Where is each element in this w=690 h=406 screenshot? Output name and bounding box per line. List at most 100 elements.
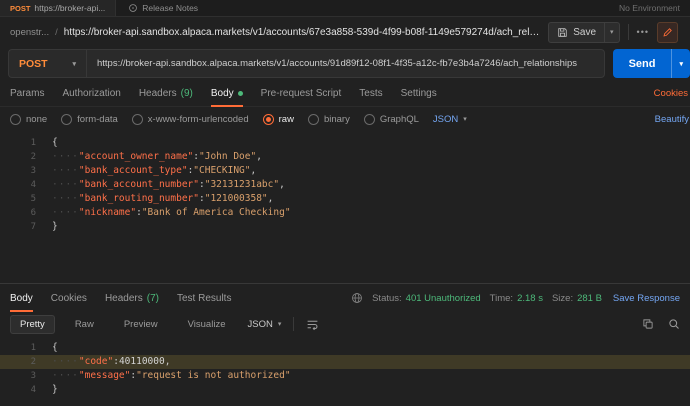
token-str: "request is not authorized"	[136, 370, 291, 381]
more-actions-button[interactable]: •••	[637, 27, 649, 37]
token-str: "Bank of America Checking"	[141, 207, 291, 218]
code-line[interactable]: 2 ···· "account_owner_name": "John Doe",	[0, 150, 690, 164]
request-body-editor[interactable]: 1{2 ···· "account_owner_name": "John Doe",…	[0, 131, 690, 283]
request-tab-authorization[interactable]: Authorization	[62, 80, 120, 106]
cookies-link[interactable]: Cookies	[654, 88, 688, 99]
response-view-preview[interactable]: Preview	[114, 315, 168, 334]
token-key: "bank_account_type"	[78, 165, 188, 176]
app-topbar: POST https://broker-api... Release Notes…	[0, 0, 690, 17]
response-body-editor[interactable]: 1{2 ···· "code": 40110000, 3 ···· "message": …	[0, 337, 690, 406]
code-line[interactable]: 6 ···· "nickname": "Bank of America Checki…	[0, 206, 690, 220]
body-type-binary[interactable]: binary	[307, 113, 350, 125]
search-icon[interactable]	[668, 318, 680, 330]
request-tab[interactable]: POST https://broker-api...	[0, 0, 117, 16]
code-line[interactable]: 1{	[0, 341, 690, 355]
body-type-form-data[interactable]: form-data	[61, 113, 118, 125]
environment-selector[interactable]: No Environment	[619, 3, 690, 13]
response-language-select[interactable]: JSON ▾	[247, 319, 281, 330]
save-button[interactable]: Save ▾	[548, 21, 620, 43]
response-tab-cookies-label: Cookies	[50, 292, 87, 304]
request-tab-headers[interactable]: Headers (9)	[139, 80, 193, 106]
send-options-caret[interactable]: ▾	[671, 49, 690, 78]
request-tab-pre-request-script-label: Pre-request Script	[260, 87, 342, 99]
response-tab-test-results[interactable]: Test Results	[177, 285, 231, 311]
code-line[interactable]: 2 ···· "code": 40110000,	[0, 355, 690, 369]
response-language-value: JSON	[247, 318, 273, 330]
request-tab-tests-label: Tests	[359, 87, 383, 99]
request-title[interactable]: https://broker-api.sandbox.alpaca.market…	[64, 27, 543, 38]
edit-request-button[interactable]	[657, 21, 678, 43]
line-number: 2	[30, 357, 36, 367]
token-punct: ,	[164, 356, 171, 367]
request-tab-pre-request-script[interactable]: Pre-request Script	[261, 80, 342, 106]
url-input[interactable]: https://broker-api.sandbox.alpaca.market…	[86, 49, 605, 78]
breadcrumb-separator: /	[55, 26, 58, 38]
code-line[interactable]: 4 ···· "bank_account_number": "32131231abc…	[0, 178, 690, 192]
request-tabs-bar: Params Authorization Headers (9) Body Pre-req…	[0, 80, 690, 107]
radio-icon	[10, 113, 21, 125]
beautify-link[interactable]: Beautify	[655, 114, 689, 125]
release-notes-label: Release Notes	[142, 3, 199, 13]
request-tab-settings[interactable]: Settings	[401, 80, 437, 106]
network-globe-icon[interactable]	[351, 292, 363, 304]
response-divider	[0, 283, 690, 284]
token-punct: ,	[279, 179, 285, 190]
request-tab-params[interactable]: Params	[10, 80, 44, 106]
send-button-label: Send	[628, 57, 656, 70]
request-tab-settings-label: Settings	[400, 87, 437, 99]
response-view-raw[interactable]: Raw	[65, 315, 104, 334]
copy-icon[interactable]	[642, 318, 654, 330]
request-tab-tests[interactable]: Tests	[359, 80, 382, 106]
response-tabs-list: Body Cookies Headers (7) Test Results	[10, 285, 249, 312]
save-options-caret[interactable]: ▾	[604, 22, 619, 42]
response-tab-headers[interactable]: Headers (7)	[105, 285, 159, 311]
headers-count-badge: (9)	[180, 87, 193, 99]
save-response-button[interactable]: Save Response	[613, 293, 680, 304]
breadcrumb[interactable]: openstr...	[10, 27, 49, 38]
status-label: Status:	[372, 292, 402, 304]
request-tab-method: POST	[10, 3, 31, 13]
time-value: 2.18 s	[517, 292, 543, 304]
response-view-pretty[interactable]: Pretty	[10, 314, 55, 334]
body-type-raw[interactable]: raw	[262, 113, 294, 125]
size-label: Size:	[551, 292, 574, 304]
code-line[interactable]: 1{	[0, 136, 690, 150]
response-tab-cookies[interactable]: Cookies	[51, 285, 87, 311]
request-header-actions: Save ▾ •••	[548, 21, 680, 43]
response-tab-body[interactable]: Body	[10, 285, 33, 312]
line-number: 1	[30, 138, 36, 148]
request-tab-headers-label: Headers	[138, 87, 177, 99]
token-punct: ,	[250, 165, 257, 176]
send-button[interactable]: Send ▾	[612, 49, 690, 78]
request-tab-body[interactable]: Body	[210, 80, 243, 107]
save-icon	[557, 27, 568, 38]
code-line[interactable]: 7}	[0, 220, 690, 234]
body-type-graphql[interactable]: GraphQL	[363, 113, 419, 125]
request-tab-body-label: Body	[210, 87, 234, 99]
indent-whitespace-dots: ····	[52, 165, 79, 176]
request-tabs-list: Params Authorization Headers (9) Body Pre-req…	[10, 80, 455, 107]
response-view-visualize[interactable]: Visualize	[178, 315, 236, 334]
body-type-x-www-form-urlencoded-label: x-www-form-urlencoded	[147, 113, 249, 125]
method-select-value: POST	[19, 57, 48, 70]
body-type-none[interactable]: none	[10, 113, 48, 125]
method-select[interactable]: POST ▾	[8, 49, 86, 78]
chevron-down-icon: ▾	[277, 321, 282, 328]
release-notes-button[interactable]: Release Notes	[128, 3, 198, 13]
token-key: "bank_routing_number"	[78, 193, 199, 204]
code-line[interactable]: 3 ···· "message": "request is not authoriz…	[0, 369, 690, 383]
size-value: 281 B	[577, 292, 602, 304]
indent-whitespace-dots: ····	[52, 179, 79, 190]
body-type-x-www-form-urlencoded[interactable]: x-www-form-urlencoded	[131, 113, 249, 125]
token-punct: }	[52, 221, 58, 232]
request-tab-url: https://broker-api...	[34, 3, 106, 13]
code-line[interactable]: 4}	[0, 383, 690, 397]
raw-language-select[interactable]: JSON ▾	[433, 114, 467, 125]
response-meta: Status: 401 Unauthorized Time: 2.18 s Si…	[351, 292, 680, 304]
body-type-none-label: none	[26, 113, 48, 125]
token-punct: ,	[267, 193, 274, 204]
wrap-text-icon[interactable]	[306, 318, 319, 331]
code-line[interactable]: 3 ···· "bank_account_type": "CHECKING",	[0, 164, 690, 178]
code-line[interactable]: 5 ···· "bank_routing_number": "121000358",	[0, 192, 690, 206]
body-type-binary-label: binary	[323, 113, 350, 125]
